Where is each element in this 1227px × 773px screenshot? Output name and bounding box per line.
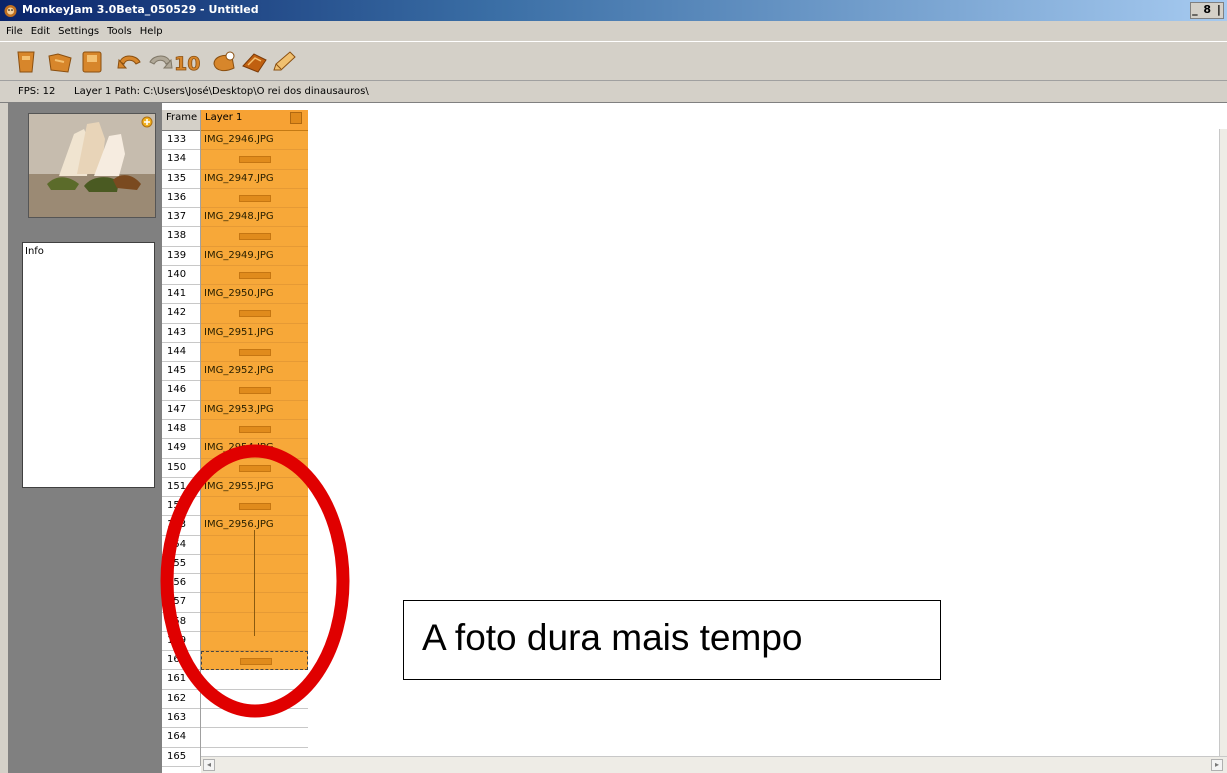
frame-number-cell[interactable]: 143 (162, 324, 200, 343)
menu-file[interactable]: File (2, 26, 27, 37)
frame-number-cell[interactable]: 140 (162, 266, 200, 286)
layer-cell[interactable] (201, 150, 308, 170)
highlight-ellipse (160, 444, 350, 718)
save-icon[interactable] (78, 48, 106, 76)
frame-number-cell[interactable]: 137 (162, 208, 200, 228)
hold-marker (239, 387, 271, 395)
hold-marker (239, 310, 271, 318)
edit-icon[interactable] (270, 48, 298, 76)
image-filename: IMG_2952.JPG (204, 365, 274, 377)
capture-icon[interactable] (210, 48, 238, 76)
layer-1-header[interactable]: Layer 1 (201, 110, 308, 131)
menu-tools[interactable]: Tools (103, 26, 136, 37)
layer-cell[interactable]: IMG_2953.JPG (201, 400, 308, 420)
toolbar: 10 (0, 41, 1227, 81)
frame-number-cell[interactable]: 133 (162, 131, 200, 151)
ten-frames-icon[interactable]: 10 (172, 48, 200, 76)
undo-icon[interactable] (116, 48, 144, 76)
annotation-callout: A foto dura mais tempo (403, 600, 941, 680)
layer-cell[interactable] (201, 381, 308, 401)
layer-options-button[interactable] (290, 112, 302, 124)
annotation-text: A foto dura mais tempo (422, 617, 803, 658)
horizontal-scrollbar[interactable]: ◂ ▸ (201, 756, 1227, 773)
info-panel: Info (22, 242, 155, 488)
frame-number-cell[interactable]: 146 (162, 381, 200, 401)
layer-cell[interactable]: IMG_2952.JPG (201, 362, 308, 382)
layer-cell[interactable] (201, 419, 308, 440)
info-label: Info (25, 246, 44, 257)
dinosaur-scene-image (29, 114, 155, 217)
frame-number-cell[interactable]: 135 (162, 170, 200, 189)
menu-bar: File Edit Settings Tools Help (0, 21, 1227, 41)
frame-column-header: Frame (162, 110, 200, 131)
hold-marker (239, 233, 271, 241)
empty-layer-cell[interactable] (201, 728, 308, 748)
layer-cell[interactable]: IMG_2947.JPG (201, 169, 308, 189)
frame-number-cell[interactable]: 165 (162, 748, 200, 767)
layer-cell[interactable] (201, 304, 308, 324)
frame-number-cell[interactable]: 147 (162, 401, 200, 420)
image-filename: IMG_2949.JPG (204, 249, 274, 261)
svg-text:10: 10 (174, 53, 200, 75)
menu-edit[interactable]: Edit (27, 26, 54, 37)
status-bar: FPS: 12 Layer 1 Path: C:\Users\José\Desk… (0, 81, 1227, 103)
menu-settings[interactable]: Settings (54, 26, 103, 37)
layer-cell[interactable]: IMG_2949.JPG (201, 246, 308, 266)
left-panel: Info (0, 103, 162, 773)
frame-number-cell[interactable]: 164 (162, 728, 200, 748)
window-title: MonkeyJam 3.0Beta_050529 - Untitled (22, 3, 259, 16)
scroll-right-icon[interactable]: ▸ (1211, 759, 1223, 771)
menu-help[interactable]: Help (136, 26, 167, 37)
frame-number-cell[interactable]: 139 (162, 247, 200, 266)
image-filename: IMG_2953.JPG (204, 403, 274, 415)
layer-cell[interactable]: IMG_2948.JPG (201, 208, 308, 228)
layer-cell[interactable] (201, 265, 308, 286)
frame-number-cell[interactable]: 138 (162, 227, 200, 247)
image-filename: IMG_2947.JPG (204, 172, 274, 184)
monkeyjam-app-icon (4, 5, 17, 17)
image-filename: IMG_2951.JPG (204, 326, 274, 338)
layer-cell[interactable]: IMG_2950.JPG (201, 285, 308, 305)
redo-icon[interactable] (146, 48, 174, 76)
frame-number-cell[interactable]: 136 (162, 189, 200, 209)
hold-marker (239, 348, 271, 356)
frame-number-cell[interactable]: 148 (162, 420, 200, 440)
title-bar: MonkeyJam 3.0Beta_050529 - Untitled _ 8 … (0, 0, 1227, 21)
layer-cell[interactable]: IMG_2951.JPG (201, 323, 308, 343)
frame-number-cell[interactable]: 145 (162, 362, 200, 382)
vertical-scrollbar[interactable] (1219, 129, 1227, 766)
layer-path: Layer 1 Path: C:\Users\José\Desktop\O re… (74, 86, 369, 97)
open-icon[interactable] (46, 48, 74, 76)
layer-cell[interactable]: IMG_2946.JPG (201, 131, 308, 151)
layer-name: Layer 1 (205, 112, 243, 123)
image-filename: IMG_2950.JPG (204, 288, 274, 300)
layer-cell[interactable] (201, 342, 308, 363)
new-scene-icon[interactable] (12, 48, 40, 76)
window-controls[interactable]: _ 8 | (1190, 2, 1224, 19)
hold-marker (239, 156, 271, 164)
hold-marker (239, 271, 271, 279)
fps-readout: FPS: 12 (18, 86, 56, 97)
frame-number-cell[interactable]: 144 (162, 343, 200, 363)
frame-number-cell[interactable]: 141 (162, 285, 200, 305)
import-icon[interactable] (240, 48, 268, 76)
hold-marker (239, 194, 271, 202)
hold-marker (239, 425, 271, 433)
layer-cell[interactable] (201, 188, 308, 209)
frame-number-cell[interactable]: 134 (162, 150, 200, 170)
scroll-left-icon[interactable]: ◂ (203, 759, 215, 771)
frame-number-cell[interactable]: 142 (162, 304, 200, 324)
image-filename: IMG_2948.JPG (204, 211, 274, 223)
layer-cell[interactable] (201, 227, 308, 247)
frame-preview-thumbnail (28, 113, 156, 218)
image-filename: IMG_2946.JPG (204, 134, 274, 145)
